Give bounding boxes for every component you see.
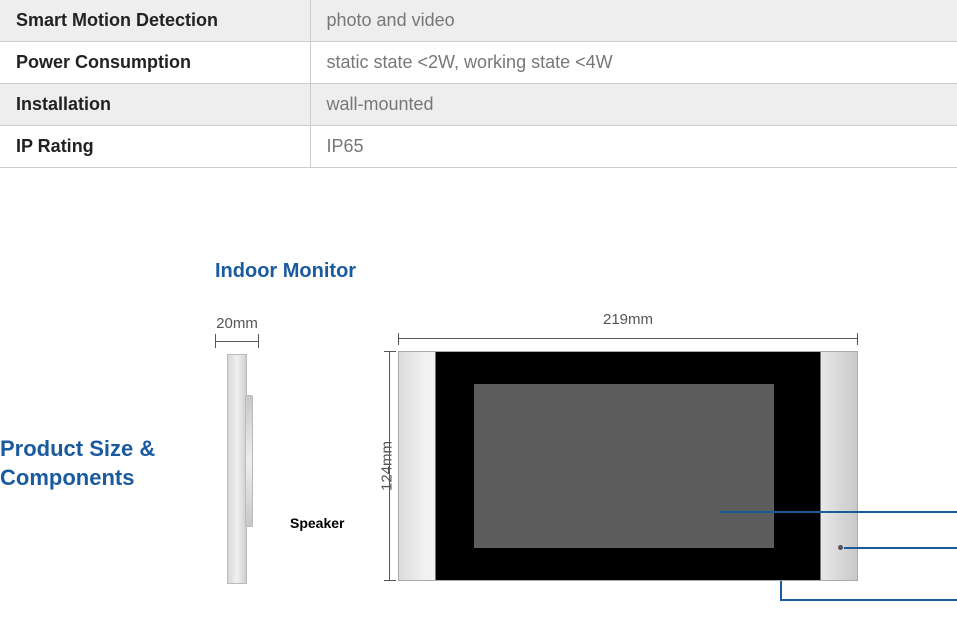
monitor-front xyxy=(398,351,858,581)
table-row: Power Consumption static state <2W, work… xyxy=(0,42,957,84)
spec-label: Power Consumption xyxy=(0,42,310,84)
dimension-bar-depth xyxy=(215,334,259,348)
speaker-label: Speaker xyxy=(290,515,344,531)
spec-value: photo and video xyxy=(310,0,957,42)
section-heading-line: Product Size & xyxy=(0,435,155,464)
spec-label: IP Rating xyxy=(0,126,310,168)
front-view: 219mm 124mm Speaker LCD touch screen Mic… xyxy=(370,315,858,581)
product-diagram: Indoor Monitor 20mm 219mm 124mm Speaker xyxy=(215,260,955,640)
spec-value: static state <2W, working state <4W xyxy=(310,42,957,84)
section-heading: Product Size & Components xyxy=(0,435,155,492)
table-row: IP Rating IP65 xyxy=(0,126,957,168)
side-view: 20mm xyxy=(215,315,259,584)
monitor-side-profile xyxy=(227,354,247,584)
spec-label: Installation xyxy=(0,84,310,126)
dimension-width: 219mm xyxy=(398,311,858,328)
diagram-title: Indoor Monitor xyxy=(215,260,955,283)
lcd-screen xyxy=(474,384,774,548)
table-row: Installation wall-mounted xyxy=(0,84,957,126)
dimension-bar-height: 124mm xyxy=(370,351,398,581)
table-row: Smart Motion Detection photo and video xyxy=(0,0,957,42)
dimension-depth: 20mm xyxy=(215,315,259,332)
spec-value: IP65 xyxy=(310,126,957,168)
spec-value: wall-mounted xyxy=(310,84,957,126)
spec-label: Smart Motion Detection xyxy=(0,0,310,42)
specs-table: Smart Motion Detection photo and video P… xyxy=(0,0,957,168)
dimension-height: 124mm xyxy=(379,441,396,491)
section-heading-line: Components xyxy=(0,464,155,493)
dimension-bar-width: 219mm xyxy=(398,315,858,345)
microphone-dot xyxy=(838,545,843,550)
